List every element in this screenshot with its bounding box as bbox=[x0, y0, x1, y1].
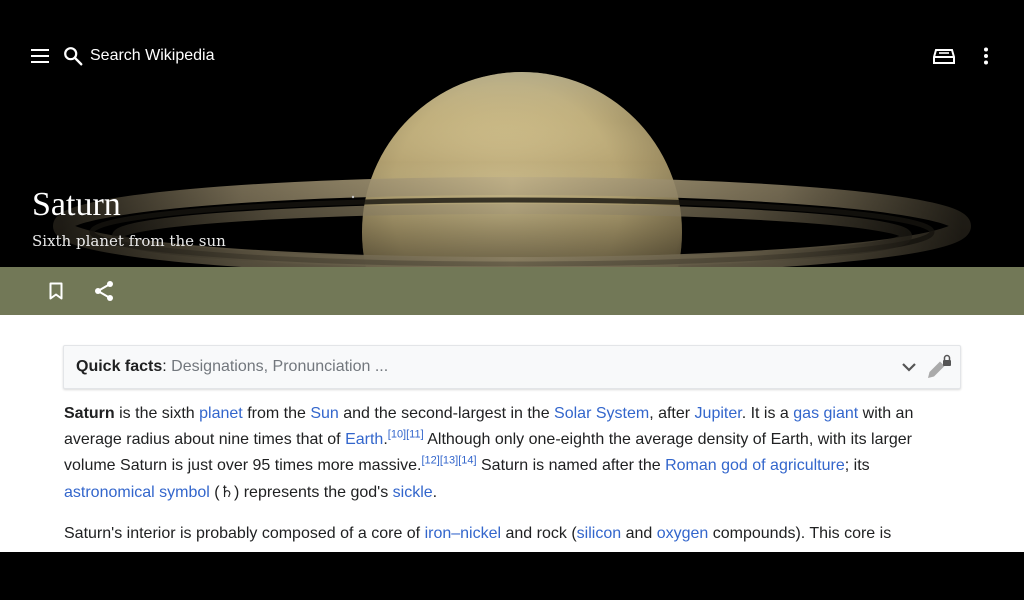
text-run: ; its bbox=[844, 457, 870, 474]
article-action-bar bbox=[0, 267, 1024, 315]
link-jupiter[interactable]: Jupiter bbox=[695, 405, 742, 422]
second-paragraph: Saturn's interior is probably composed o… bbox=[64, 521, 944, 547]
link-solar-system[interactable]: Solar System bbox=[554, 405, 649, 422]
reading-list-button[interactable] bbox=[924, 36, 964, 76]
reading-list-icon bbox=[933, 49, 955, 64]
top-toolbar: Search Wikipedia bbox=[0, 32, 1024, 80]
link-oxygen[interactable]: oxygen bbox=[657, 525, 709, 542]
text-run: , after bbox=[649, 405, 695, 422]
quick-facts-label: Quick facts: Designations, Pronunciation… bbox=[76, 358, 388, 376]
link-earth[interactable]: Earth bbox=[345, 431, 383, 448]
text-run: Saturn's interior is probably composed o… bbox=[64, 525, 425, 542]
quick-facts-separator: : bbox=[162, 358, 172, 375]
text-run: . It is a bbox=[741, 405, 794, 422]
quick-facts-title: Quick facts bbox=[76, 358, 163, 375]
link-silicon[interactable]: silicon bbox=[577, 525, 621, 542]
edit-locked-icon[interactable] bbox=[924, 354, 952, 380]
more-vert-icon bbox=[984, 47, 988, 65]
saturn-symbol: ♄ bbox=[219, 482, 234, 501]
reference-11[interactable]: [11] bbox=[406, 429, 424, 441]
link-gas-giant[interactable]: gas giant bbox=[793, 405, 858, 422]
chevron-down-icon[interactable] bbox=[901, 362, 917, 372]
reference-13[interactable]: [13] bbox=[440, 455, 458, 467]
text-run: ( bbox=[209, 484, 220, 501]
overflow-menu-button[interactable] bbox=[966, 36, 1006, 76]
link-astronomical-symbol[interactable]: astronomical symbol bbox=[64, 484, 210, 501]
reference-12[interactable]: [12] bbox=[421, 455, 439, 467]
menu-icon bbox=[31, 49, 49, 63]
reference-10[interactable]: [10] bbox=[388, 429, 406, 441]
quick-facts-details: Designations, Pronunciation ... bbox=[171, 358, 389, 375]
text-run: is the sixth bbox=[114, 405, 200, 422]
text-run: and the second-largest in the bbox=[338, 405, 555, 422]
menu-button[interactable] bbox=[20, 36, 60, 76]
lead-paragraph: Saturn is the sixth planet from the Sun … bbox=[64, 401, 944, 506]
link-iron-nickel[interactable]: iron–nickel bbox=[425, 525, 501, 542]
search-icon bbox=[64, 47, 83, 66]
reference-14[interactable]: [14] bbox=[458, 455, 476, 467]
text-run: Saturn is named after the bbox=[476, 457, 666, 474]
article-subject-bold: Saturn bbox=[64, 405, 115, 422]
text-run: and rock ( bbox=[501, 525, 577, 542]
link-roman-god-of-agriculture[interactable]: Roman god of agriculture bbox=[665, 457, 845, 474]
article-description: Sixth planet from the sun bbox=[32, 232, 226, 250]
quick-facts-infobox[interactable]: Quick facts: Designations, Pronunciation… bbox=[63, 345, 961, 389]
text-run: compounds). This core is bbox=[708, 525, 892, 542]
link-sickle[interactable]: sickle bbox=[393, 484, 433, 501]
link-planet[interactable]: planet bbox=[199, 405, 243, 422]
link-sun[interactable]: Sun bbox=[310, 405, 338, 422]
bookmark-icon bbox=[49, 282, 63, 300]
text-run: from the bbox=[242, 405, 311, 422]
text-run: . bbox=[432, 484, 438, 501]
save-article-button[interactable] bbox=[36, 271, 76, 311]
text-run: ) represents the god's bbox=[233, 484, 393, 501]
share-button[interactable] bbox=[84, 271, 124, 311]
article-content: Quick facts: Designations, Pronunciation… bbox=[0, 315, 1024, 552]
system-navigation-bar bbox=[0, 552, 1024, 600]
text-run: and bbox=[621, 525, 657, 542]
share-icon bbox=[95, 281, 113, 301]
search-bar[interactable]: Search Wikipedia bbox=[62, 40, 215, 72]
search-placeholder: Search Wikipedia bbox=[90, 47, 215, 64]
article-title: Saturn bbox=[32, 186, 121, 223]
